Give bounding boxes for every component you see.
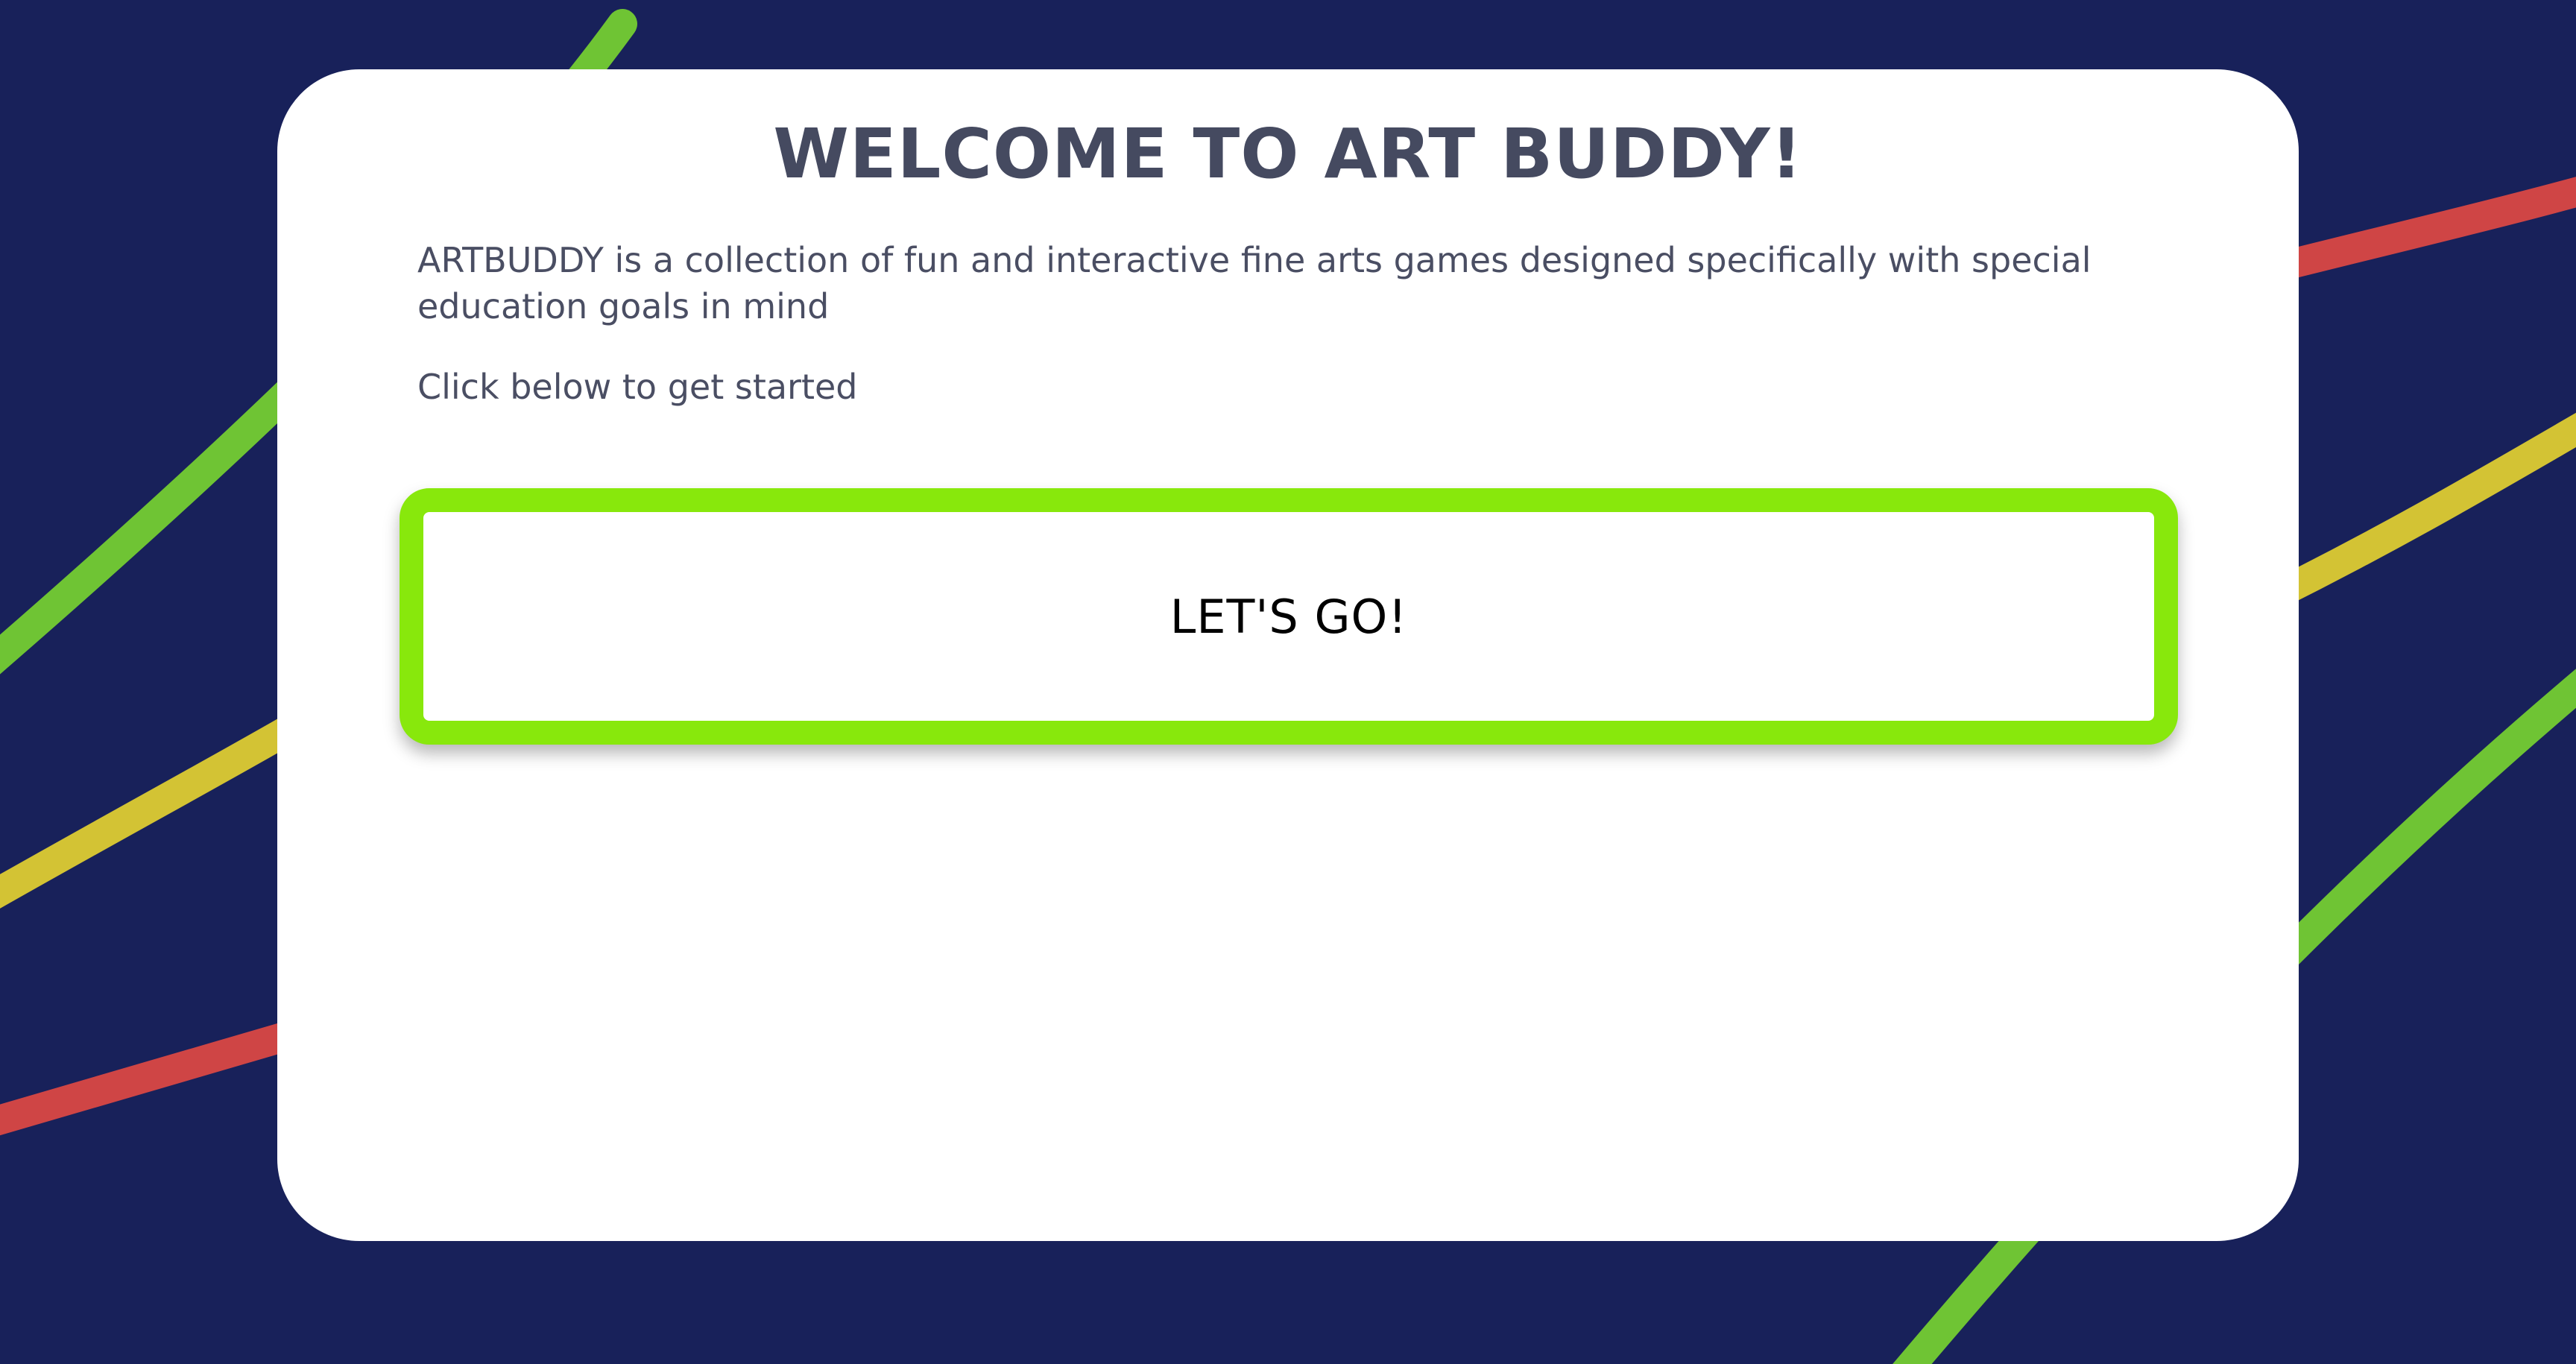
red-stripe-left — [0, 1014, 328, 1136]
welcome-card: WELCOME TO ART BUDDY! ARTBUDDY is a coll… — [277, 69, 2299, 1241]
yellow-stripe-right — [2258, 412, 2576, 611]
red-stripe-right — [2258, 177, 2576, 283]
intro-text: ARTBUDDY is a collection of fun and inte… — [417, 240, 2092, 326]
lets-go-label: LET'S GO! — [1169, 589, 1408, 644]
lets-go-button[interactable]: LET'S GO! — [400, 488, 2178, 745]
get-started-text: Click below to get started — [417, 367, 858, 407]
page-title: WELCOME TO ART BUDDY! — [773, 114, 1803, 194]
yellow-stripe-left — [0, 701, 328, 909]
